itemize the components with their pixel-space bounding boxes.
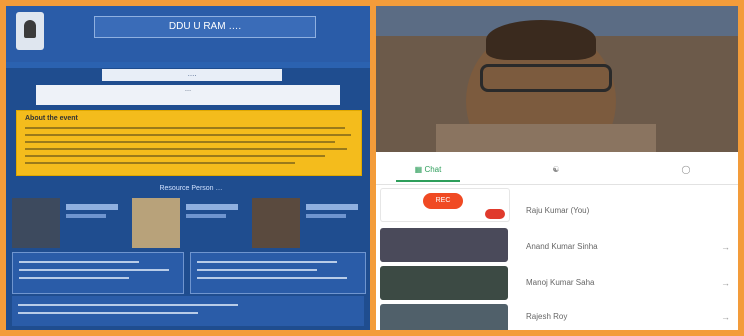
speaker-name-line (186, 204, 238, 210)
speaker-name-line (306, 204, 358, 210)
participant-tile[interactable] (380, 228, 508, 262)
about-text-line (25, 162, 295, 164)
emblem-icon (24, 20, 36, 38)
tab-label: Chat (424, 165, 442, 174)
speaker-photo (252, 198, 300, 248)
institution-logo (16, 12, 44, 50)
info-line (197, 277, 347, 279)
speaker-hair (486, 20, 596, 60)
speaker-photo (12, 198, 60, 248)
about-text-line (25, 127, 345, 129)
participant-item[interactable]: Manoj Kumar Saha → (520, 270, 734, 300)
shared-screen-poster: DDU U RAM …. …. … About the event Resour… (6, 6, 370, 330)
info-line (197, 269, 317, 271)
about-event-title: About the event (25, 115, 78, 122)
self-tile[interactable]: REC (380, 188, 510, 222)
poster-header: DDU U RAM …. (6, 6, 370, 62)
about-text-line (25, 134, 351, 136)
info-line (19, 277, 129, 279)
screen-frame: DDU U RAM …. …. … About the event Resour… (0, 0, 744, 336)
speaker-card (252, 198, 364, 248)
participant-item[interactable]: Anand Kumar Sinha → (520, 234, 734, 264)
speaker-glasses (480, 64, 612, 92)
tab-chat[interactable]: ▦ Chat (396, 160, 460, 182)
speakers-label: Resource Person … (159, 185, 223, 192)
event-subtitle: … (36, 85, 340, 105)
video-status-bar (376, 8, 738, 20)
chevron-right-icon: → (721, 242, 730, 252)
participant-item[interactable]: Rajesh Roy → (520, 304, 734, 330)
info-line (18, 312, 198, 314)
chevron-right-icon: → (721, 312, 730, 322)
participant-item[interactable]: Raju Kumar (You) (520, 198, 734, 228)
participant-name: Rajesh Roy (526, 312, 568, 321)
info-line (19, 261, 139, 263)
meeting-panel: ▦ Chat ☯ ◯ REC Raju Kumar (You) Anand Ku… (376, 6, 738, 330)
speaker-title-line (66, 214, 106, 218)
about-text-line (25, 155, 325, 157)
tab-more[interactable]: ◯ (656, 160, 716, 180)
meeting-tabs: ▦ Chat ☯ ◯ (376, 156, 738, 185)
chat-icon: ▦ (414, 165, 425, 174)
active-speaker-video[interactable] (376, 6, 738, 152)
tab-participants[interactable]: ☯ (526, 160, 586, 180)
org-title: DDU U RAM …. (94, 16, 316, 38)
info-line (197, 261, 337, 263)
info-icon: ◯ (681, 165, 691, 174)
info-line (18, 304, 238, 306)
mute-indicator-icon (485, 209, 505, 219)
event-badge: …. (102, 69, 282, 81)
speaker-photo (132, 198, 180, 248)
speaker-card (132, 198, 244, 248)
info-panel (12, 252, 184, 294)
speaker-row (12, 198, 364, 248)
chevron-right-icon: → (721, 278, 730, 288)
speaker-title-line (186, 214, 226, 218)
about-event-box: About the event (16, 110, 362, 176)
participant-tile[interactable] (380, 266, 508, 300)
participant-name: Raju Kumar (You) (526, 206, 590, 215)
people-icon: ☯ (552, 165, 560, 174)
participant-tile[interactable] (380, 304, 508, 330)
speaker-title-line (306, 214, 346, 218)
about-text-line (25, 141, 335, 143)
info-line (19, 269, 169, 271)
speaker-name-line (66, 204, 118, 210)
speaker-card (12, 198, 124, 248)
info-panel (190, 252, 366, 294)
record-indicator[interactable]: REC (423, 193, 463, 209)
about-text-line (25, 148, 347, 150)
participant-list: Raju Kumar (You) Anand Kumar Sinha → Man… (520, 188, 734, 330)
poster-band (6, 62, 370, 68)
video-tile-strip: REC (380, 188, 512, 330)
footer-panel (12, 296, 364, 326)
participant-name: Anand Kumar Sinha (526, 242, 598, 251)
participant-name: Manoj Kumar Saha (526, 278, 595, 287)
speaker-scarf (436, 124, 656, 152)
